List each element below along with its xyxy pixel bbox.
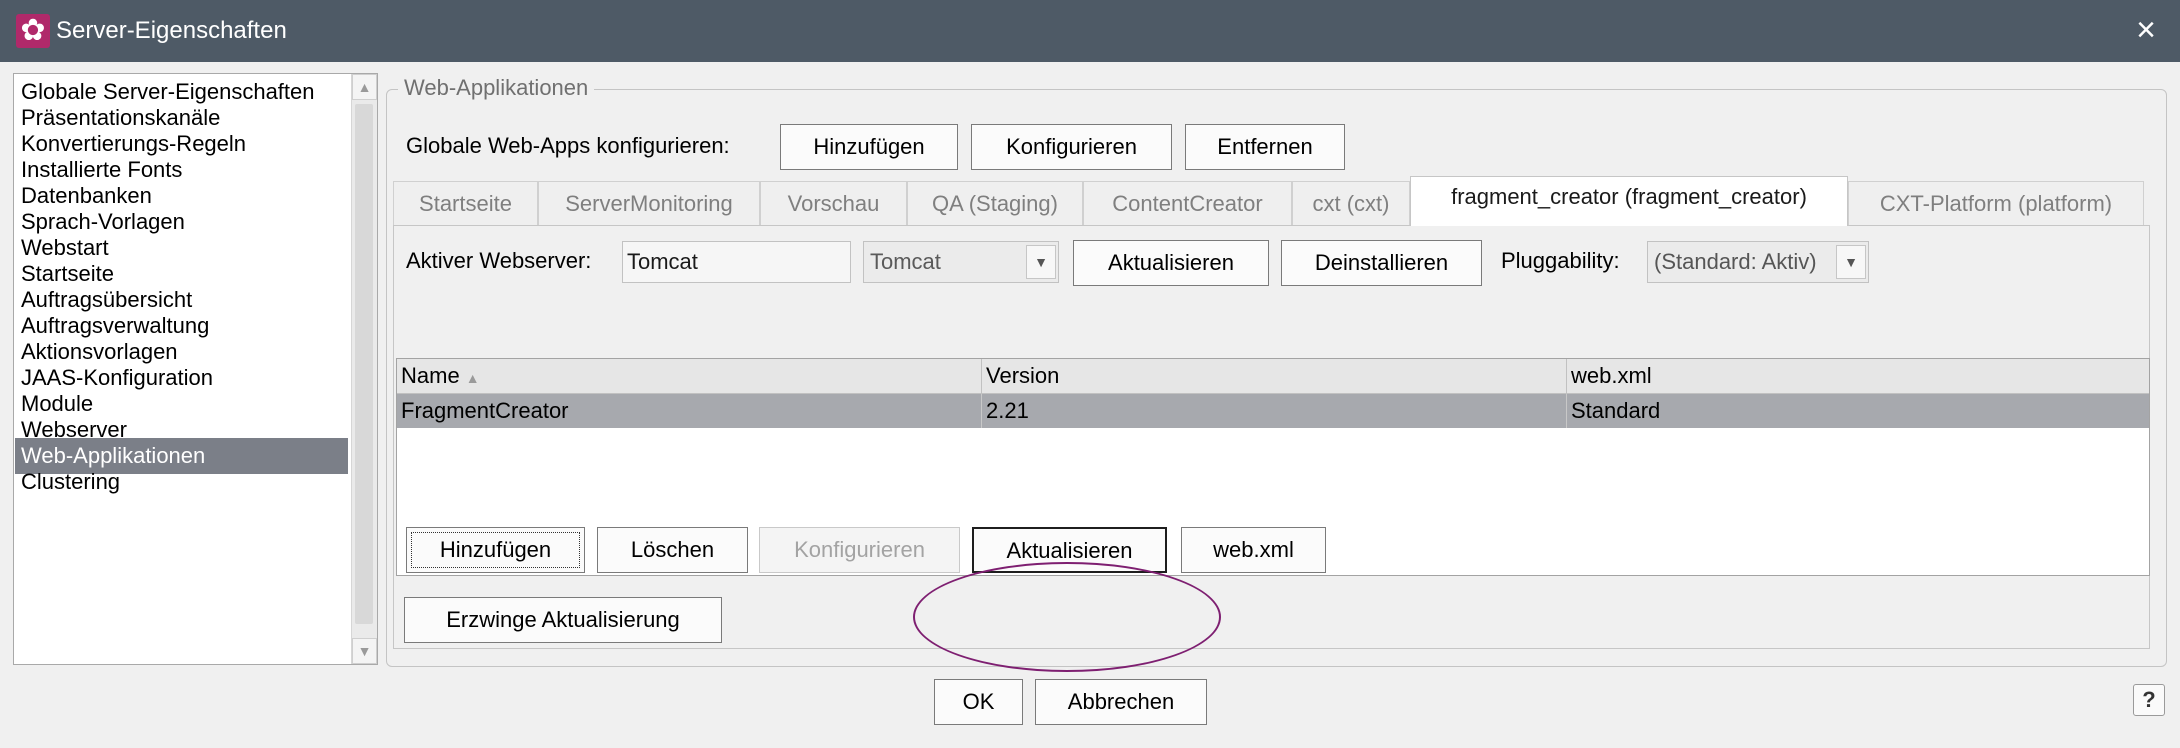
close-icon[interactable]: × [2128, 12, 2164, 48]
tab-cxt-platform[interactable]: CXT-Platform (platform) [1848, 181, 2144, 225]
webserver-combo-value: Tomcat [870, 249, 941, 274]
scroll-up-arrow-icon[interactable]: ▲ [352, 74, 377, 100]
tab-qa-staging[interactable]: QA (Staging) [907, 181, 1083, 225]
global-configure-button[interactable]: Konfigurieren [971, 124, 1172, 170]
settings-nav-list[interactable]: Globale Server-Eigenschaften Präsentatio… [13, 73, 378, 665]
chevron-down-icon[interactable]: ▼ [1026, 245, 1056, 279]
chevron-down-icon[interactable]: ▼ [1836, 245, 1866, 279]
app-gear-icon: ✿ [16, 14, 50, 48]
add-webapp-button[interactable]: Hinzufügen [406, 527, 585, 573]
sort-ascending-icon: ▲ [465, 370, 480, 386]
tab-startseite[interactable]: Startseite [393, 181, 538, 225]
configure-webapp-button[interactable]: Konfigurieren [759, 527, 960, 573]
delete-webapp-button[interactable]: Löschen [597, 527, 748, 573]
title-bar: ✿ Server-Eigenschaften × [0, 0, 2180, 62]
cell-version: 2.21 [982, 394, 1567, 428]
tab-servermonitoring[interactable]: ServerMonitoring [538, 181, 760, 225]
tab-cxt[interactable]: cxt (cxt) [1292, 181, 1410, 225]
scroll-down-arrow-icon[interactable]: ▼ [352, 638, 377, 664]
column-header-name-label: Name [401, 363, 460, 388]
cancel-button[interactable]: Abbrechen [1035, 679, 1207, 725]
pluggability-combo-value: (Standard: Aktiv) [1654, 249, 1817, 274]
pluggability-label: Pluggability: [1501, 248, 1620, 273]
dialog-body: Globale Server-Eigenschaften Präsentatio… [0, 62, 2180, 748]
table-row[interactable]: FragmentCreator 2.21 Standard [397, 394, 2149, 428]
group-title: Web-Applikationen [398, 75, 595, 101]
scroll-thumb[interactable] [355, 104, 373, 624]
tab-fragment-creator[interactable]: fragment_creator (fragment_creator) [1410, 176, 1848, 226]
tab-contentcreator[interactable]: ContentCreator [1083, 181, 1292, 225]
active-webserver-label: Aktiver Webserver: [406, 248, 592, 273]
ok-button[interactable]: OK [934, 679, 1023, 725]
update-webapp-button[interactable]: Aktualisieren [972, 527, 1167, 573]
cell-name: FragmentCreator [397, 394, 982, 428]
tab-vorschau[interactable]: Vorschau [760, 181, 907, 225]
global-remove-button[interactable]: Entfernen [1185, 124, 1345, 170]
webxml-button[interactable]: web.xml [1181, 527, 1326, 573]
update-webserver-button[interactable]: Aktualisieren [1073, 240, 1269, 286]
nav-scrollbar[interactable]: ▲ ▼ [351, 74, 377, 664]
force-update-button[interactable]: Erzwinge Aktualisierung [404, 597, 722, 643]
nav-item-clustering[interactable]: Clustering [15, 464, 348, 500]
global-webapps-label: Globale Web-Apps konfigurieren: [406, 133, 730, 158]
active-webserver-field[interactable]: Tomcat [622, 241, 851, 283]
window-title: Server-Eigenschaften [56, 17, 287, 44]
column-header-version[interactable]: Version [982, 359, 1567, 394]
pluggability-combo[interactable]: (Standard: Aktiv) ▼ [1647, 241, 1869, 283]
cell-webxml: Standard [1571, 398, 1661, 423]
uninstall-button[interactable]: Deinstallieren [1281, 240, 1482, 286]
help-icon[interactable]: ? [2133, 684, 2165, 716]
global-add-button[interactable]: Hinzufügen [780, 124, 958, 170]
webserver-combo[interactable]: Tomcat ▼ [863, 241, 1059, 283]
column-header-webxml[interactable]: web.xml [1567, 359, 2149, 394]
column-header-name[interactable]: Name ▲ [397, 359, 982, 394]
